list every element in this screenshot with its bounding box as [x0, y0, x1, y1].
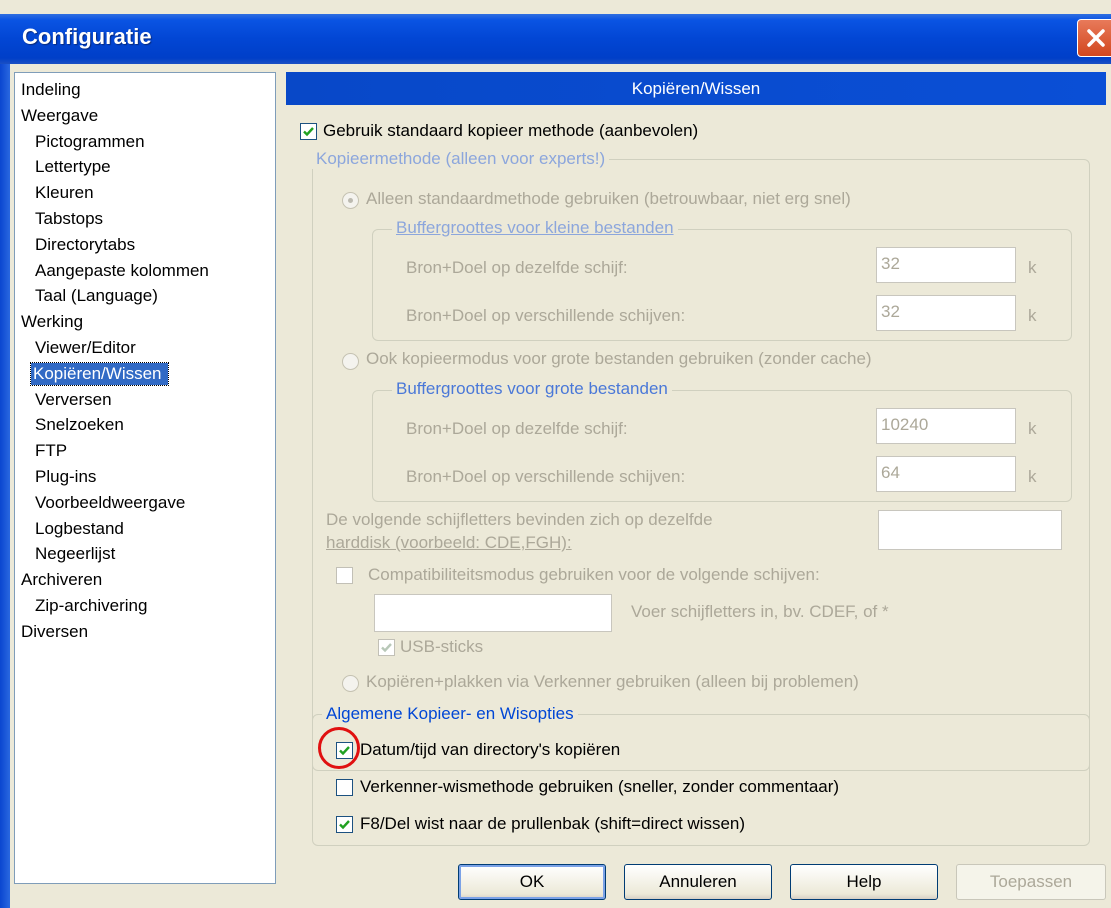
- tree-item-label: Diversen: [21, 621, 89, 641]
- title-bar[interactable]: Configuratie: [0, 14, 1111, 64]
- large-diff-disk-unit: k: [1028, 467, 1037, 486]
- explorer-delete-label: Verkenner-wismethode gebruiken (sneller,…: [360, 777, 840, 796]
- apply-button[interactable]: Toepassen: [956, 864, 1106, 900]
- tree-item-label: Lettertype: [35, 157, 111, 177]
- tree-item[interactable]: Taal (Language): [15, 283, 275, 309]
- tree-item[interactable]: Weergave: [15, 103, 275, 129]
- same-harddisk-label-line1: De volgende schijfletters bevinden zich …: [326, 510, 713, 529]
- large-diff-disk-input[interactable]: 64: [876, 456, 1016, 492]
- tree-item[interactable]: Negeerlijst: [15, 541, 275, 567]
- tree-item[interactable]: Aangepaste kolommen: [15, 258, 275, 284]
- tree-item-label: Verversen: [35, 389, 112, 409]
- ok-button[interactable]: OK: [458, 864, 606, 900]
- small-buffers-legend: Buffergroottes voor kleine bestanden: [392, 218, 678, 238]
- small-same-disk-unit: k: [1028, 258, 1037, 277]
- tree-item[interactable]: Plug-ins: [15, 464, 275, 490]
- tree-item-label: Voorbeeldweergave: [35, 492, 186, 512]
- tree-item[interactable]: Snelzoeken: [15, 412, 275, 438]
- highlight-circle: [318, 727, 360, 769]
- dir-datetime-label: Datum/tijd van directory's kopiëren: [360, 740, 621, 759]
- tree-item[interactable]: Voorbeeldweergave: [15, 490, 275, 516]
- tree-item[interactable]: Pictogrammen: [15, 129, 275, 155]
- compat-mode-label: Compatibiliteitsmodus gebruiken voor de …: [368, 565, 820, 584]
- small-diff-disk-input[interactable]: 32: [876, 295, 1016, 331]
- tree-item[interactable]: FTP: [15, 438, 275, 464]
- configuration-dialog: Configuratie Indeling Weergave Pictogramme…: [0, 0, 1111, 908]
- usb-sticks-label: USB-sticks: [400, 637, 484, 656]
- large-same-disk-unit: k: [1028, 419, 1037, 438]
- panel-header: Kopiëren/Wissen: [286, 72, 1106, 105]
- same-harddisk-input[interactable]: [878, 510, 1062, 550]
- large-buffers-legend: Buffergroottes voor grote bestanden: [392, 379, 672, 399]
- tree-item[interactable]: Viewer/Editor: [15, 335, 275, 361]
- tree-item[interactable]: Lettertype: [15, 154, 275, 180]
- tree-item[interactable]: Logbestand: [15, 516, 275, 542]
- tree-item-label: Logbestand: [35, 518, 124, 538]
- small-diff-disk-unit: k: [1028, 306, 1037, 325]
- use-standard-copy-checkbox[interactable]: [300, 123, 317, 140]
- checkmark-icon: [381, 643, 392, 653]
- small-diff-disk-label: Bron+Doel op verschillende schijven:: [406, 306, 686, 325]
- tree-item[interactable]: Archiveren: [15, 567, 275, 593]
- tree-item-label: Kopiëren/Wissen: [30, 361, 169, 386]
- tree-item-label: Kleuren: [35, 183, 94, 203]
- tree-item-label: Taal (Language): [35, 286, 158, 306]
- tree-item-label: Archiveren: [21, 570, 103, 590]
- tree-item-label: Viewer/Editor: [35, 337, 136, 357]
- general-options-legend: Algemene Kopieer- en Wisopties: [322, 704, 578, 724]
- cancel-button[interactable]: Annuleren: [624, 864, 772, 900]
- standard-only-label: Alleen standaardmethode gebruiken (betro…: [366, 189, 851, 208]
- compat-mode-checkbox[interactable]: [336, 567, 353, 584]
- tree-item-label: Tabstops: [35, 208, 104, 228]
- same-harddisk-label-line2: harddisk (voorbeeld: CDE,FGH):: [326, 533, 572, 552]
- usb-sticks-checkbox[interactable]: [378, 639, 395, 656]
- tree-item[interactable]: Werking: [15, 309, 275, 335]
- tree-item[interactable]: Directorytabs: [15, 232, 275, 258]
- large-diff-disk-label: Bron+Doel op verschillende schijven:: [406, 467, 686, 486]
- small-same-disk-input[interactable]: 32: [876, 247, 1016, 283]
- tree-item-label: Pictogrammen: [35, 131, 145, 151]
- tree-item-label: Indeling: [21, 80, 81, 99]
- tree-item[interactable]: Kleuren: [15, 180, 275, 206]
- tree-item-label: Weergave: [21, 105, 99, 125]
- tree-item[interactable]: Tabstops: [15, 206, 275, 232]
- tree-item-label: Snelzoeken: [35, 415, 124, 435]
- tree-item[interactable]: Diversen: [15, 619, 275, 645]
- window-title: Configuratie: [22, 24, 152, 49]
- tree-item[interactable]: Kopiëren/Wissen: [15, 361, 275, 387]
- f8-recycle-label: F8/Del wist naar de prullenbak (shift=di…: [360, 814, 746, 833]
- large-mode-label: Ook kopieermodus voor grote bestanden ge…: [366, 349, 872, 368]
- large-same-disk-label: Bron+Doel op dezelfde schijf:: [406, 419, 628, 438]
- large-mode-radio[interactable]: [342, 353, 359, 370]
- explorer-delete-checkbox[interactable]: [336, 779, 353, 796]
- compat-drives-input[interactable]: [374, 594, 612, 632]
- tree-item-label: Plug-ins: [35, 466, 97, 486]
- tree-item[interactable]: Zip-archivering: [15, 593, 275, 619]
- f8-recycle-checkbox[interactable]: [336, 816, 353, 833]
- tree-item-label: Directorytabs: [35, 234, 136, 254]
- tree-item-label: Zip-archivering: [35, 595, 148, 615]
- help-button[interactable]: Help: [790, 864, 938, 900]
- tree-item[interactable]: Indeling: [15, 77, 275, 103]
- standard-only-radio[interactable]: [342, 192, 359, 209]
- tree-item-label: Werking: [21, 312, 84, 332]
- small-same-disk-label: Bron+Doel op dezelfde schijf:: [406, 258, 628, 277]
- large-same-disk-input[interactable]: 10240: [876, 408, 1016, 444]
- explorer-paste-radio[interactable]: [342, 675, 359, 692]
- close-button[interactable]: [1077, 19, 1111, 57]
- copy-delete-panel: Kopiëren/Wissen Gebruik standaard kopiee…: [286, 72, 1106, 852]
- tree-item-label: FTP: [35, 441, 68, 461]
- use-standard-copy-label: Gebruik standaard kopieer methode (aanbe…: [323, 121, 699, 140]
- checkmark-icon: [339, 820, 350, 830]
- explorer-paste-label: Kopiëren+plakken via Verkenner gebruiken…: [366, 672, 859, 691]
- tree-item[interactable]: Verversen: [15, 387, 275, 413]
- tree-item-label: Negeerlijst: [35, 544, 116, 564]
- copy-method-legend: Kopieermethode (alleen voor experts!): [312, 149, 610, 169]
- checkmark-icon: [303, 127, 314, 137]
- window-left-border: [0, 64, 10, 908]
- compat-drives-hint: Voer schijfletters in, bv. CDEF, of *: [631, 602, 889, 621]
- settings-tree[interactable]: Indeling Weergave Pictogrammen Lettertype Kl…: [14, 72, 276, 884]
- tree-item-label: Aangepaste kolommen: [35, 260, 209, 280]
